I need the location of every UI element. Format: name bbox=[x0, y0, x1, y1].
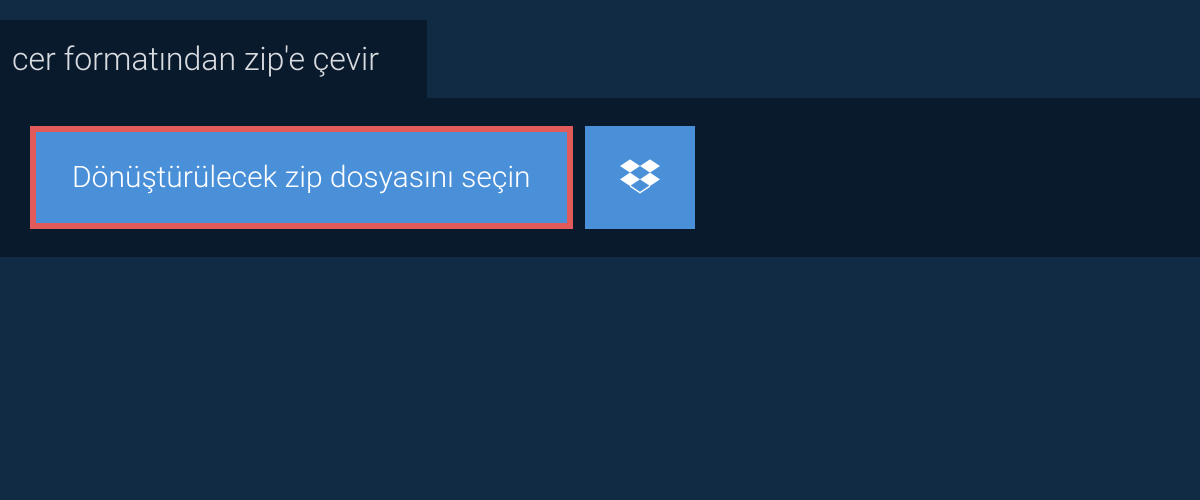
select-file-label: Dönüştürülecek zip dosyasını seçin bbox=[72, 160, 531, 195]
dropbox-icon bbox=[620, 156, 660, 200]
dropbox-button[interactable] bbox=[585, 126, 695, 229]
page-title-tab: cer formatından zip'e çevir bbox=[0, 20, 427, 98]
button-row: Dönüştürülecek zip dosyasını seçin bbox=[30, 126, 1170, 229]
main-panel: Dönüştürülecek zip dosyasını seçin bbox=[0, 98, 1200, 257]
page-title: cer formatından zip'e çevir bbox=[12, 40, 379, 78]
select-file-button[interactable]: Dönüştürülecek zip dosyasını seçin bbox=[30, 126, 573, 229]
